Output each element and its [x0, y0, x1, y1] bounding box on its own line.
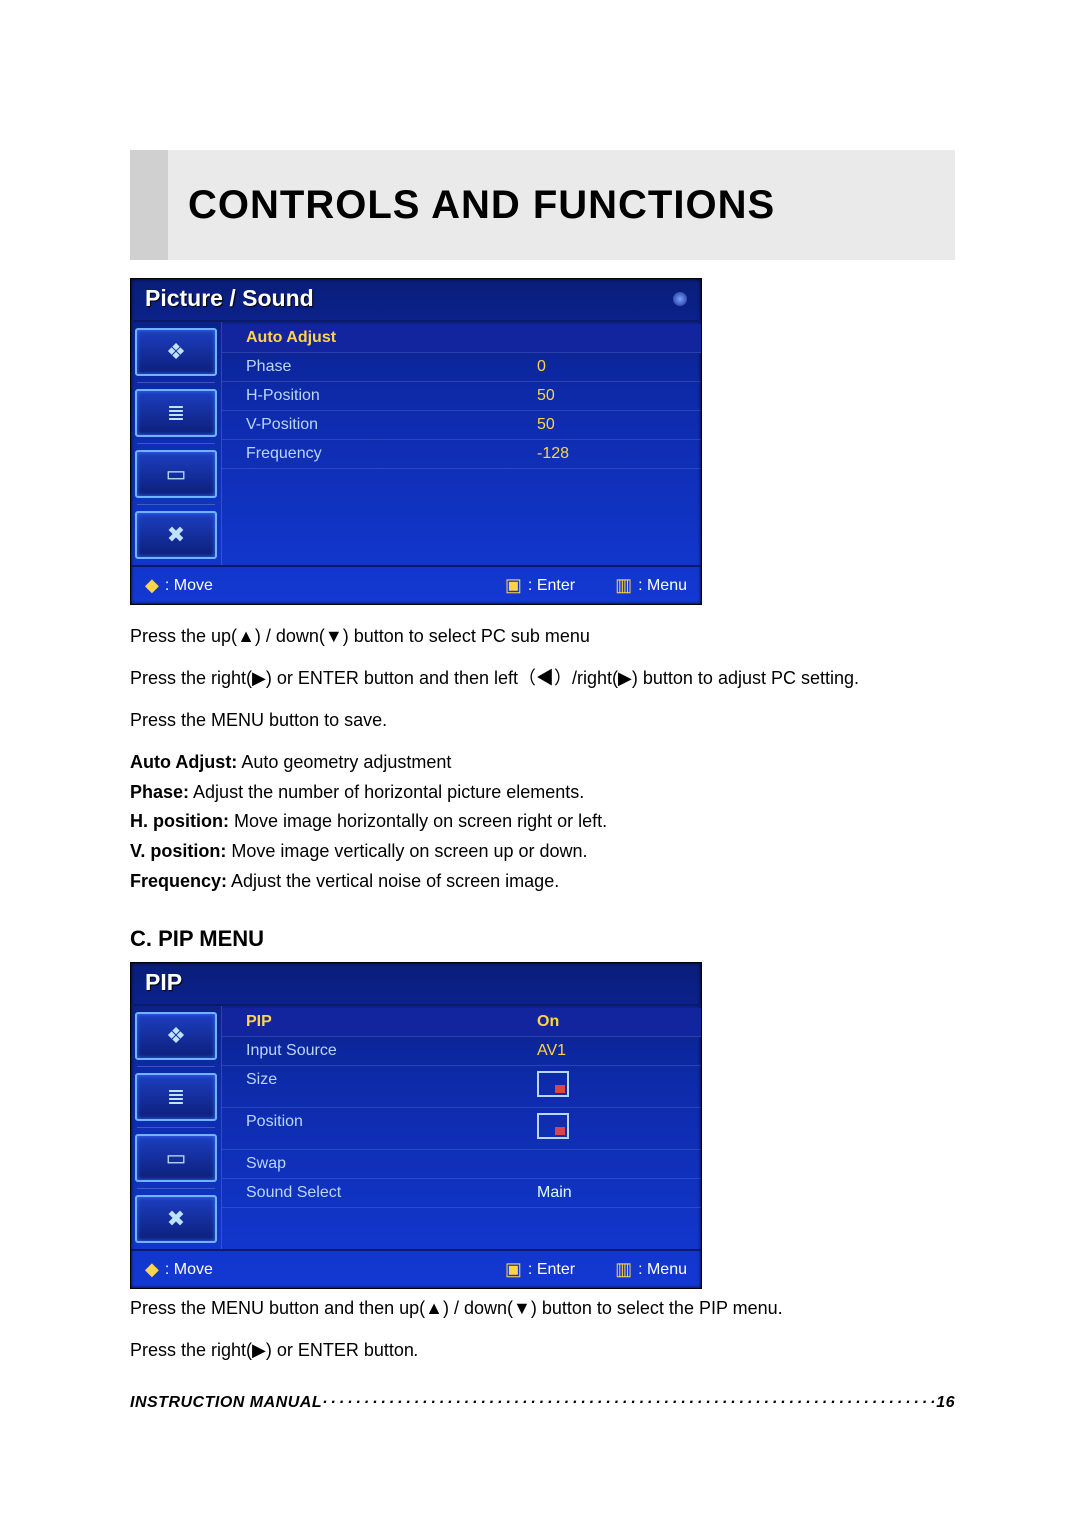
- pip-icon[interactable]: ▭: [135, 450, 217, 498]
- footer-page-number: 16: [936, 1394, 955, 1412]
- row-frequency[interactable]: Frequency -128: [222, 440, 701, 469]
- row-size[interactable]: Size: [222, 1066, 701, 1108]
- page-footer: INSTRUCTION MANUAL ·····················…: [130, 1394, 955, 1412]
- osd2-body: ❖ ≣ ▭ ✖ PIP On Input Source AV1: [131, 1006, 701, 1249]
- hint-menu: ▥: Menu: [615, 575, 687, 596]
- row-auto-adjust[interactable]: Auto Adjust: [222, 324, 701, 353]
- enter-icon: ▣: [505, 575, 522, 596]
- row-v-position[interactable]: V-Position 50: [222, 411, 701, 440]
- updown-icon: ◆: [145, 575, 159, 596]
- footer-label: INSTRUCTION MANUAL: [130, 1394, 322, 1412]
- picture-icon[interactable]: ❖: [135, 1012, 217, 1060]
- osd-picture-sound: Picture / Sound ❖ ≣ ▭ ✖ Auto Adjust: [130, 278, 702, 605]
- osd1-settings: Auto Adjust Phase 0 H-Position 50 V-Posi…: [222, 322, 701, 565]
- list-icon[interactable]: ≣: [135, 389, 217, 437]
- osd1-titlebar: Picture / Sound: [131, 279, 701, 322]
- menu-icon: ▥: [615, 575, 632, 596]
- pip-icon[interactable]: ▭: [135, 1134, 217, 1182]
- osd2-titlebar: PIP: [131, 963, 701, 1006]
- osd2-settings: PIP On Input Source AV1 Size Position: [222, 1006, 701, 1249]
- section-c-heading: C. PIP MENU: [130, 926, 955, 952]
- page-header: CONTROLS AND FUNCTIONS: [130, 150, 955, 260]
- hint-move: ◆: Move: [145, 575, 213, 596]
- position-indicator-icon: [537, 1113, 569, 1139]
- osd1-sidebar: ❖ ≣ ▭ ✖: [131, 322, 222, 565]
- osd2-hintbar: ◆: Move ▣: Enter ▥: Menu: [131, 1249, 701, 1288]
- row-sound-select[interactable]: Sound Select Main: [222, 1179, 701, 1208]
- osd-pip: PIP ❖ ≣ ▭ ✖ PIP On: [130, 962, 702, 1289]
- row-swap[interactable]: Swap: [222, 1150, 701, 1179]
- instr2-line2: Press the right(▶) or ENTER button.: [130, 1337, 955, 1365]
- osd1-title: Picture / Sound: [145, 285, 673, 312]
- osd1-hintbar: ◆: Move ▣: Enter ▥: Menu: [131, 565, 701, 604]
- list-icon[interactable]: ≣: [135, 1073, 217, 1121]
- row-pip[interactable]: PIP On: [222, 1008, 701, 1037]
- tools-icon[interactable]: ✖: [135, 1195, 217, 1243]
- manual-page: CONTROLS AND FUNCTIONS Picture / Sound ❖…: [0, 0, 1080, 1527]
- osd1-decor-icon: [673, 292, 687, 306]
- hint-enter: ▣: Enter: [505, 1259, 575, 1280]
- osd1-body: ❖ ≣ ▭ ✖ Auto Adjust Phase 0: [131, 322, 701, 565]
- instr1-line1: Press the up(▲) / down(▼) button to sele…: [130, 623, 955, 651]
- page-content: Picture / Sound ❖ ≣ ▭ ✖ Auto Adjust: [130, 278, 955, 1379]
- instr2-line1: Press the MENU button and then up(▲) / d…: [130, 1295, 955, 1323]
- footer-dots: ········································…: [322, 1394, 936, 1412]
- row-input-source[interactable]: Input Source AV1: [222, 1037, 701, 1066]
- page-title: CONTROLS AND FUNCTIONS: [188, 183, 775, 228]
- menu-icon: ▥: [615, 1259, 632, 1280]
- tools-icon[interactable]: ✖: [135, 511, 217, 559]
- size-indicator-icon: [537, 1071, 569, 1097]
- header-accent: [130, 150, 168, 260]
- instructions-1: Press the up(▲) / down(▼) button to sele…: [130, 623, 955, 896]
- instructions-2: Press the MENU button and then up(▲) / d…: [130, 1295, 955, 1365]
- osd2-sidebar: ❖ ≣ ▭ ✖: [131, 1006, 222, 1249]
- instr1-line2: Press the right(▶) or ENTER button and t…: [130, 665, 955, 693]
- row-phase[interactable]: Phase 0: [222, 353, 701, 382]
- instr1-line3: Press the MENU button to save.: [130, 707, 955, 735]
- definitions: Auto Adjust: Auto geometry adjustment Ph…: [130, 749, 955, 896]
- enter-icon: ▣: [505, 1259, 522, 1280]
- hint-move: ◆: Move: [145, 1259, 213, 1280]
- picture-icon[interactable]: ❖: [135, 328, 217, 376]
- hint-enter: ▣: Enter: [505, 575, 575, 596]
- osd2-title: PIP: [145, 969, 687, 996]
- hint-menu: ▥: Menu: [615, 1259, 687, 1280]
- row-h-position[interactable]: H-Position 50: [222, 382, 701, 411]
- updown-icon: ◆: [145, 1259, 159, 1280]
- row-position[interactable]: Position: [222, 1108, 701, 1150]
